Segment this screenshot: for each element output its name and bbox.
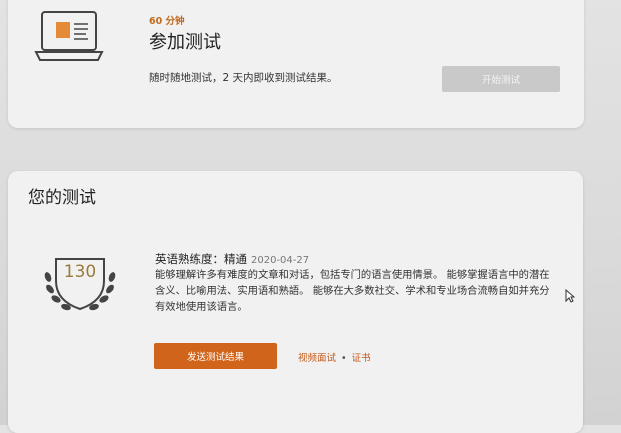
mouse-cursor-icon — [565, 289, 575, 303]
video-interview-link[interactable]: 视频面试 — [298, 353, 336, 364]
start-test-button[interactable]: 开始测试 — [442, 66, 560, 92]
test-score: 130 — [63, 262, 97, 282]
your-tests-title: 您的测试 — [28, 188, 96, 208]
test-duration: 60 分钟 — [149, 16, 185, 27]
link-separator: • — [341, 353, 347, 364]
proficiency-level: 英语熟练度：精通 — [155, 252, 247, 266]
certificate-link[interactable]: 证书 — [352, 353, 371, 364]
take-test-card: 60 分钟 参加测试 随时随地测试，2 天内即收到测试结果。 开始测试 — [8, 0, 584, 128]
result-links: 视频面试 • 证书 — [298, 350, 371, 364]
proficiency-description: 能够理解许多有难度的文章和对话，包括专门的语言使用情景。 能够掌握语言中的潜在含… — [155, 269, 550, 313]
take-test-description: 随时随地测试，2 天内即收到测试结果。 — [149, 72, 338, 84]
laptop-test-icon — [34, 11, 104, 61]
send-results-button[interactable]: 发送测试结果 — [154, 343, 277, 369]
test-date: 2020-04-27 — [251, 255, 310, 266]
take-test-title: 参加测试 — [149, 32, 221, 53]
your-tests-card: 您的测试 130 英语熟练度：精通 2020-04-27 能够理解许多有难度的文章… — [8, 171, 583, 433]
proficiency-line: 英语熟练度：精通 2020-04-27 — [155, 251, 309, 267]
laurel-badge-icon — [44, 258, 116, 311]
